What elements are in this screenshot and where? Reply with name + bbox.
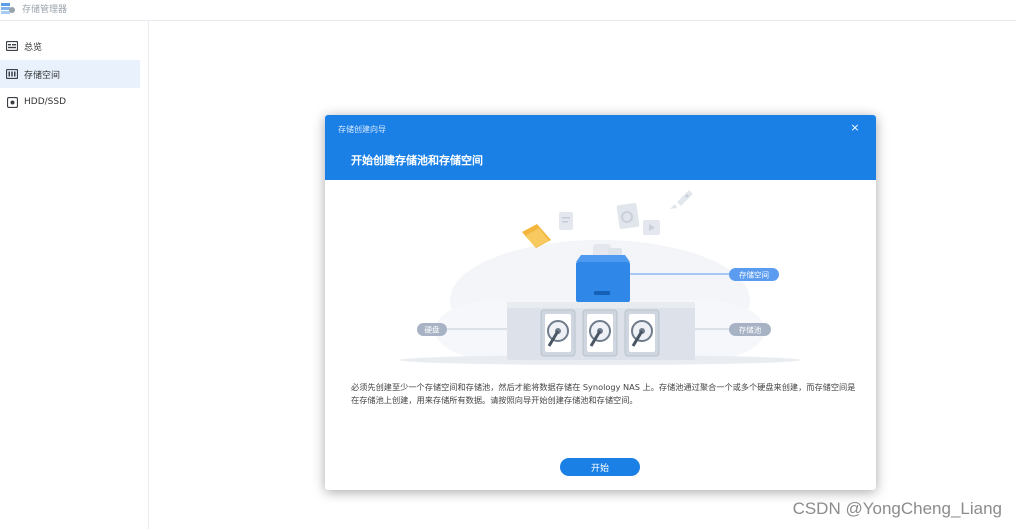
watermark: CSDN @YongCheng_Liang [792, 499, 1002, 518]
sidebar: 总览 存储空间 HDD/SSD [0, 21, 149, 529]
volume-box [576, 262, 630, 302]
sidebar-item-label: 总览 [24, 42, 43, 53]
pool-label-pill: 存储池 [729, 323, 771, 336]
storage-wizard-dialog: 存储创建向导 × 开始创建存储池和存储空间 存储空间 硬盘 存储池 必须先创建至… [325, 115, 876, 490]
sidebar-item-hdd-ssd[interactable]: HDD/SSD [0, 88, 140, 116]
cd-icon [616, 202, 640, 230]
sidebar-item-overview[interactable]: 总览 [0, 32, 140, 60]
volume-label-pill: 存储空间 [729, 268, 779, 281]
overview-icon [6, 40, 18, 52]
document-icon [559, 212, 573, 230]
storage-illustration: 存储空间 硬盘 存储池 [325, 180, 876, 375]
dialog-description: 必须先创建至少一个存储空间和存储池，然后才能将数据存储在 Synology NA… [351, 382, 856, 405]
dialog-title: 开始创建存储池和存储空间 [351, 154, 483, 167]
app-title: 存储管理器 [22, 5, 68, 15]
sidebar-item-label: HDD/SSD [24, 97, 67, 107]
start-button[interactable]: 开始 [560, 458, 640, 476]
pool-label: 存储池 [739, 325, 762, 335]
sidebar-item-storage-volume[interactable]: 存储空间 [0, 60, 140, 88]
volume-label: 存储空间 [739, 270, 769, 280]
disk-label: 硬盘 [425, 325, 440, 335]
rocket-icon [670, 190, 693, 209]
hard-disk-3 [624, 309, 660, 357]
hard-disk-2 [582, 309, 618, 357]
wizard-label: 存储创建向导 [338, 125, 386, 134]
storage-manager-app-icon [0, 0, 16, 14]
storage-volume-icon [6, 68, 18, 80]
disk-label-pill: 硬盘 [417, 323, 447, 336]
video-icon [643, 220, 660, 235]
disk-icon [6, 96, 18, 108]
dialog-header: 存储创建向导 × 开始创建存储池和存储空间 [325, 115, 876, 180]
sidebar-item-label: 存储空间 [24, 70, 61, 81]
title-bar: 存储管理器 [0, 0, 1016, 21]
close-icon[interactable]: × [848, 121, 862, 135]
hard-disk-1 [540, 309, 576, 357]
